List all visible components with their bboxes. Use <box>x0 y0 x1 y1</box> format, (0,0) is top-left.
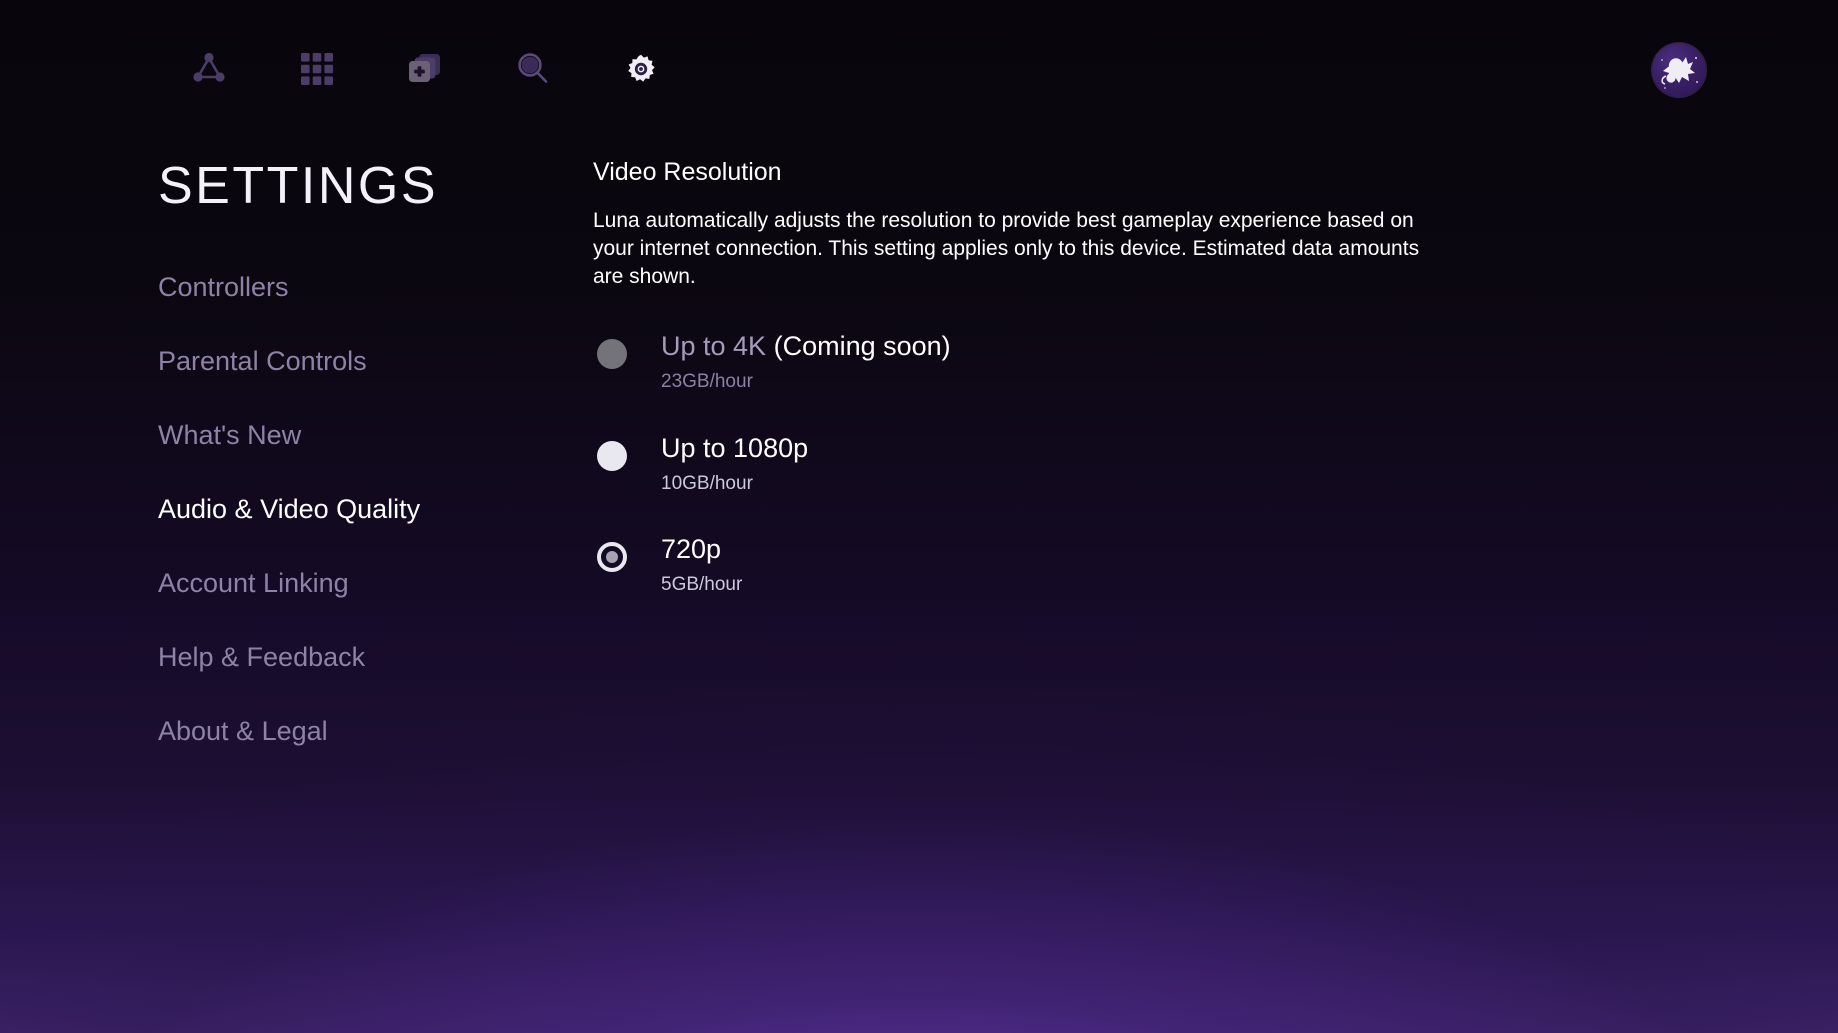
nav-item-game-library[interactable] <box>263 42 371 96</box>
sidebar-item-audio-video-quality[interactable]: Audio & Video Quality <box>158 486 558 533</box>
sidebar-item-account-linking[interactable]: Account Linking <box>158 560 558 607</box>
top-nav-items <box>155 42 695 96</box>
avatar-image <box>1652 43 1706 97</box>
settings-sidebar: SETTINGS Controllers Parental Controls W… <box>158 160 558 782</box>
option-datarate-4k: 23GB/hour <box>661 370 753 392</box>
settings-main-panel: Video Resolution Luna automatically adju… <box>593 160 1643 636</box>
nav-item-settings[interactable] <box>587 42 695 96</box>
nav-item-luna-home[interactable] <box>155 42 263 96</box>
option-texts: Up to 4K (Coming soon) 23GB/hour <box>661 331 951 395</box>
option-up-to-4k[interactable]: Up to 4K (Coming soon) 23GB/hour <box>593 331 1643 395</box>
luna-home-icon <box>189 49 229 89</box>
option-datarate-1080p: 10GB/hour <box>661 472 753 494</box>
option-texts: 720p 5GB/hour <box>661 534 742 598</box>
nav-item-search[interactable] <box>479 42 587 96</box>
luna-settings-screen: SETTINGS Controllers Parental Controls W… <box>0 0 1838 1033</box>
page-title: SETTINGS <box>158 157 439 215</box>
avatar[interactable] <box>1652 43 1706 97</box>
sidebar-item-help-feedback[interactable]: Help & Feedback <box>158 634 558 681</box>
sidebar-item-parental-controls[interactable]: Parental Controls <box>158 338 558 385</box>
nav-item-my-collection[interactable] <box>371 42 479 96</box>
option-label-720p: 720p <box>661 534 722 565</box>
grid-library-icon <box>300 52 334 86</box>
video-resolution-radio-group: Up to 4K (Coming soon) 23GB/hour Up to 1… <box>593 331 1643 598</box>
radio-button-4k[interactable] <box>597 338 627 369</box>
radio-button-1080p[interactable] <box>597 440 627 471</box>
section-title: Video Resolution <box>593 158 782 186</box>
settings-nav-list: Controllers Parental Controls What's New… <box>158 264 558 755</box>
option-texts: Up to 1080p 10GB/hour <box>661 433 808 497</box>
option-label-1080p: Up to 1080p <box>661 432 809 463</box>
sidebar-item-whats-new[interactable]: What's New <box>158 412 558 459</box>
option-up-to-1080p[interactable]: Up to 1080p 10GB/hour <box>593 433 1643 497</box>
option-label-4k: Up to 4K (Coming soon) <box>661 331 951 362</box>
option-note-4k: (Coming soon) <box>773 330 951 361</box>
search-icon <box>514 50 552 88</box>
settings-page-body: SETTINGS Controllers Parental Controls W… <box>0 132 1838 1033</box>
radio-button-720p[interactable] <box>597 542 627 573</box>
sidebar-item-about-legal[interactable]: About & Legal <box>158 708 558 755</box>
section-description: Luna automatically adjusts the resolutio… <box>593 209 1420 288</box>
option-label-4k-text: Up to 4K <box>661 330 767 361</box>
option-720p[interactable]: 720p 5GB/hour <box>593 534 1643 598</box>
option-datarate-720p: 5GB/hour <box>661 574 743 596</box>
add-to-library-icon <box>406 50 444 88</box>
gear-icon <box>625 53 657 85</box>
top-navigation-bar <box>0 0 1838 132</box>
sidebar-item-controllers[interactable]: Controllers <box>158 264 558 311</box>
